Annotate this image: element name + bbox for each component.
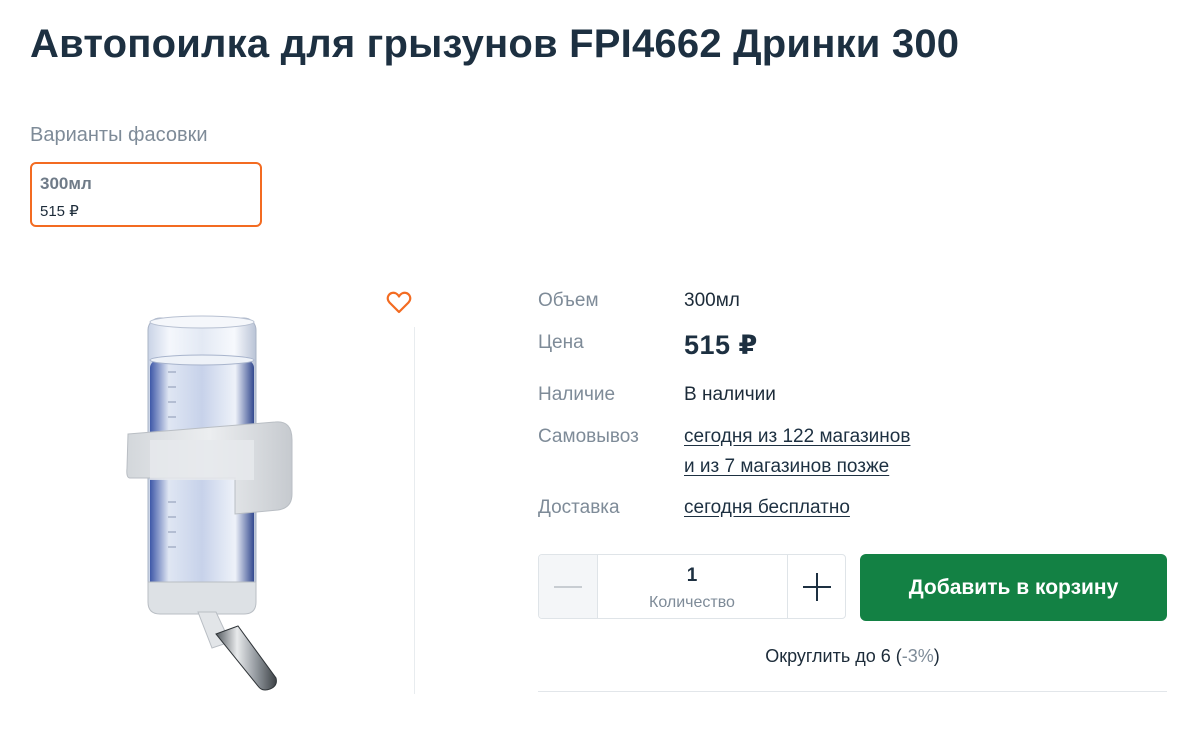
volume-label: Объем <box>538 290 599 311</box>
minus-icon <box>554 586 582 588</box>
image-divider <box>414 327 415 694</box>
volume-value: 300мл <box>684 290 740 311</box>
price-value: 515 ₽ <box>684 330 758 360</box>
round-up-discount: -3% <box>901 646 934 666</box>
page-title: Автопоилка для грызунов FPI4662 Дринки 3… <box>30 22 960 66</box>
round-up-offer[interactable]: Округлить до 6 (-3%) <box>538 646 1167 667</box>
quantity-stepper: 1 Количество <box>538 554 846 619</box>
pickup-later-link[interactable]: и из 7 магазинов позже <box>684 456 889 478</box>
stock-label: Наличие <box>538 384 616 405</box>
quantity-input[interactable]: 1 <box>597 565 787 587</box>
stock-value: В наличии <box>684 384 776 405</box>
variant-name: 300мл <box>40 174 92 193</box>
variant-option-300ml[interactable]: 300мл 515 ₽ <box>30 162 262 227</box>
heart-outline-icon[interactable] <box>385 288 413 316</box>
variant-price: 515 ₽ <box>40 203 79 220</box>
variants-label: Варианты фасовки <box>30 124 208 146</box>
delivery-label: Доставка <box>538 497 620 518</box>
divider <box>538 691 1167 692</box>
add-to-cart-button[interactable]: Добавить в корзину <box>860 554 1167 621</box>
increase-quantity-button[interactable] <box>787 555 846 618</box>
round-up-text: Округлить до 6 ( <box>765 646 902 666</box>
product-image <box>30 282 418 694</box>
decrease-quantity-button[interactable] <box>539 555 598 618</box>
price-label: Цена <box>538 332 584 353</box>
water-bottle-illustration <box>126 315 293 691</box>
pickup-label: Самовывоз <box>538 426 639 447</box>
pickup-today-link[interactable]: сегодня из 122 магазинов <box>684 426 910 448</box>
delivery-link[interactable]: сегодня бесплатно <box>684 497 850 519</box>
quantity-label: Количество <box>649 594 735 611</box>
round-up-suffix: ) <box>933 646 940 666</box>
